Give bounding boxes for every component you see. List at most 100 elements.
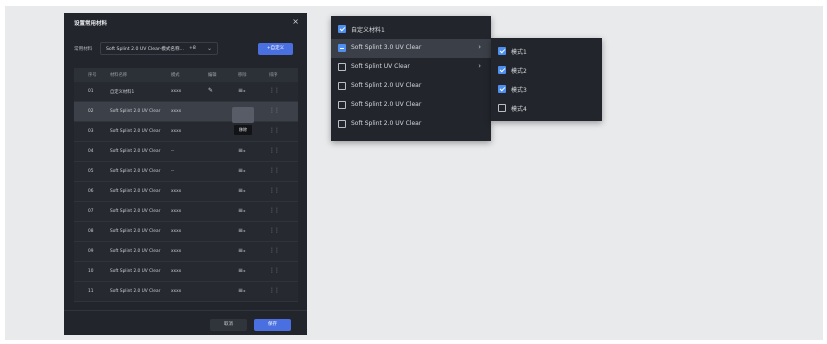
option-label: Soft Splint UV Clear: [351, 63, 410, 70]
option-label: Soft Splint 2.0 UV Clear: [351, 101, 422, 108]
table-row[interactable]: 09 Soft Splint 2.0 UV Clear xxxx ≡ₓ ⋮⋮: [74, 242, 298, 262]
row-mode: xxxx: [171, 209, 182, 214]
edit-icon[interactable]: ✎: [208, 87, 213, 94]
drag-handle-icon[interactable]: ⋮⋮: [269, 127, 280, 134]
checkbox-icon[interactable]: [498, 66, 506, 74]
row-mode: xxxx: [171, 289, 182, 294]
remove-hover-highlight: [232, 107, 254, 123]
checkbox-icon[interactable]: [338, 63, 346, 71]
remove-icon[interactable]: ≡ₓ: [238, 267, 246, 274]
option-label: 模式1: [511, 49, 527, 56]
mode-option[interactable]: 模式2: [491, 61, 602, 80]
remove-icon[interactable]: ≡ₓ: [238, 227, 246, 234]
material-select[interactable]: Soft Splint 2.0 UV Clear-模式名称... +8 ⌄: [100, 42, 218, 55]
table-row[interactable]: 03Soft Splint 2.0 UV Clearxxxx≡ₓ⋮⋮: [74, 122, 298, 142]
material-option[interactable]: 自定义材料1: [331, 20, 491, 39]
mode-option[interactable]: 模式4: [491, 99, 602, 118]
mode-option[interactable]: 模式1: [491, 42, 602, 61]
drag-handle-icon[interactable]: ⋮⋮: [269, 247, 280, 254]
remove-icon[interactable]: ≡ₓ: [238, 87, 246, 94]
row-index: 05: [88, 169, 94, 174]
close-icon[interactable]: ×: [292, 17, 299, 26]
drag-handle-icon[interactable]: ⋮⋮: [269, 87, 280, 94]
option-label: Soft Splint 2.0 UV Clear: [351, 82, 422, 89]
row-mode: xxxx: [171, 229, 182, 234]
mode-option[interactable]: 模式3: [491, 80, 602, 99]
table-row[interactable]: 06 Soft Splint 2.0 UV Clear xxxx ≡ₓ ⋮⋮: [74, 182, 298, 202]
table-row[interactable]: 11 Soft Splint 2.0 UV Clear xxxx ≡ₓ ⋮⋮: [74, 282, 298, 302]
col-mode: 模式: [171, 73, 180, 78]
checkbox-icon[interactable]: [338, 82, 346, 90]
table-row[interactable]: 05 Soft Splint 2.0 UV Clear -- ≡ₓ ⋮⋮: [74, 162, 298, 182]
materials-table: 序号 材料名称 模式 编辑 移除 排序 01 自定义材料1 xxxx ✎ ≡ₓ ⋮⋮ 02 S…: [74, 68, 298, 302]
row-index: 11: [88, 289, 94, 294]
row-index: 02: [88, 109, 94, 114]
option-label: 模式2: [511, 68, 527, 75]
drag-handle-icon[interactable]: ⋮⋮: [269, 147, 280, 154]
row-index: 08: [88, 229, 94, 234]
option-label: 模式4: [511, 106, 527, 113]
select-count: +8: [189, 46, 196, 51]
drag-handle-icon[interactable]: ⋮⋮: [269, 267, 280, 274]
material-option[interactable]: Soft Splint 2.0 UV Clear: [331, 115, 491, 134]
checkbox-icon[interactable]: [338, 120, 346, 128]
row-index: 10: [88, 269, 94, 274]
table-row[interactable]: 04 Soft Splint 2.0 UV Clear -- ≡ₓ ⋮⋮: [74, 142, 298, 162]
row-mode: xxxx: [171, 109, 182, 114]
checkbox-icon[interactable]: [338, 101, 346, 109]
row-mode: --: [171, 149, 175, 154]
checkbox-icon[interactable]: [498, 104, 506, 112]
checkbox-icon[interactable]: [498, 85, 506, 93]
table-row[interactable]: 08 Soft Splint 2.0 UV Clear xxxx ≡ₓ ⋮⋮: [74, 222, 298, 242]
checkbox-icon[interactable]: [338, 25, 346, 33]
row-material-name: Soft Splint 2.0 UV Clear: [110, 269, 161, 274]
table-row[interactable]: 02Soft Splint 2.0 UV Clearxxxx≡ₓ⋮⋮: [74, 102, 298, 122]
option-label: Soft Splint 2.0 UV Clear: [351, 120, 422, 127]
remove-icon[interactable]: ≡ₓ: [238, 147, 246, 154]
mode-submenu: 模式1 模式2 模式3 模式4: [491, 38, 602, 121]
select-value: Soft Splint 2.0 UV Clear-模式名称...: [106, 47, 184, 52]
remove-icon[interactable]: ≡ₓ: [238, 287, 246, 294]
checkbox-icon[interactable]: [338, 44, 346, 52]
row-material-name: Soft Splint 2.0 UV Clear: [110, 209, 161, 214]
table-row[interactable]: 01 自定义材料1 xxxx ✎ ≡ₓ ⋮⋮: [74, 82, 298, 102]
remove-icon[interactable]: ≡ₓ: [238, 247, 246, 254]
option-label: 自定义材料1: [351, 27, 385, 34]
remove-icon[interactable]: ≡ₓ: [238, 167, 246, 174]
modal-title: 设置常用材料: [74, 21, 108, 27]
row-index: 09: [88, 249, 94, 254]
option-label: Soft Splint 3.0 UV Clear: [351, 44, 422, 51]
row-material-name: Soft Splint 2.0 UV Clear: [110, 289, 161, 294]
row-material-name: Soft Splint 2.0 UV Clear: [110, 189, 161, 194]
remove-tooltip: 移除: [234, 125, 252, 135]
material-option[interactable]: Soft Splint 2.0 UV Clear: [331, 77, 491, 96]
drag-handle-icon[interactable]: ⋮⋮: [269, 227, 280, 234]
material-option[interactable]: Soft Splint 3.0 UV Clear ›: [331, 39, 491, 58]
material-cascader-menu: 自定义材料1 Soft Splint 3.0 UV Clear › Soft Spli…: [331, 16, 491, 141]
drag-handle-icon[interactable]: ⋮⋮: [269, 107, 280, 114]
row-mode: xxxx: [171, 129, 182, 134]
remove-icon[interactable]: ≡ₓ: [238, 207, 246, 214]
checkbox-icon[interactable]: [498, 47, 506, 55]
material-option[interactable]: Soft Splint UV Clear ›: [331, 58, 491, 77]
remove-icon[interactable]: ≡ₓ: [238, 187, 246, 194]
row-index: 06: [88, 189, 94, 194]
drag-handle-icon[interactable]: ⋮⋮: [269, 287, 280, 294]
row-material-name: 自定义材料1: [110, 90, 135, 95]
row-mode: xxxx: [171, 89, 182, 94]
row-index: 03: [88, 129, 94, 134]
row-material-name: Soft Splint 2.0 UV Clear: [110, 249, 161, 254]
chevron-right-icon: ›: [478, 43, 481, 51]
drag-handle-icon[interactable]: ⋮⋮: [269, 187, 280, 194]
row-material-name: Soft Splint 2.0 UV Clear: [110, 109, 161, 114]
row-material-name: Soft Splint 2.0 UV Clear: [110, 229, 161, 234]
drag-handle-icon[interactable]: ⋮⋮: [269, 167, 280, 174]
add-custom-button[interactable]: +自定义: [258, 43, 293, 55]
drag-handle-icon[interactable]: ⋮⋮: [269, 207, 280, 214]
modal-header: 设置常用材料 ×: [64, 13, 307, 33]
row-material-name: Soft Splint 2.0 UV Clear: [110, 169, 161, 174]
table-row[interactable]: 07 Soft Splint 2.0 UV Clear xxxx ≡ₓ ⋮⋮: [74, 202, 298, 222]
material-option[interactable]: Soft Splint 2.0 UV Clear: [331, 96, 491, 115]
row-index: 07: [88, 209, 94, 214]
table-row[interactable]: 10 Soft Splint 2.0 UV Clear xxxx ≡ₓ ⋮⋮: [74, 262, 298, 282]
